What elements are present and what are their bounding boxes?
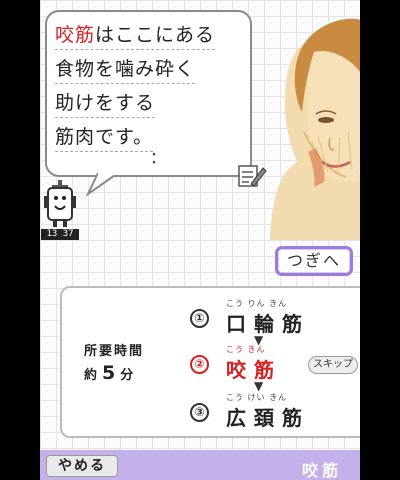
- quit-button[interactable]: やめる: [46, 455, 118, 477]
- step-muscle-name: 口輪筋: [226, 312, 310, 336]
- down-arrow-icon: ▼: [254, 379, 264, 393]
- bubble-line-3: 助けをする: [55, 88, 156, 118]
- clock-display: 13 37: [41, 229, 79, 240]
- bubble-tail: [85, 172, 120, 196]
- required-time-value: 約5分: [84, 362, 134, 384]
- game-screen: 咬筋はここにある 食物を噛み砕く 助けをする 筋肉です。 ： 13 37 つぎへ…: [40, 0, 360, 480]
- required-time-label: 所要時間: [84, 344, 145, 359]
- speech-bubble: 咬筋はここにある 食物を噛み砕く 助けをする 筋肉です。 ：: [45, 10, 252, 177]
- highlight-muscle: 咬筋: [55, 24, 96, 46]
- step-1[interactable]: ① こう りん きん 口輪筋: [190, 298, 350, 338]
- bubble-line-1: 咬筋はここにある: [55, 20, 216, 50]
- continue-dots: ：: [150, 148, 167, 167]
- bubble-line-2: 食物を噛み砕く: [55, 54, 196, 84]
- memo-pencil-icon[interactable]: [237, 162, 267, 190]
- skip-button[interactable]: スキップ: [308, 356, 358, 374]
- robot-mascot-icon: [44, 180, 76, 227]
- step-muscle-name: 広頚筋: [226, 406, 310, 430]
- step-number: ①: [190, 309, 209, 328]
- time-minutes: 5: [102, 362, 116, 384]
- bubble-line-4: 筋肉です。: [55, 122, 154, 152]
- step-number: ③: [190, 403, 209, 422]
- face-illustration: [270, 18, 360, 240]
- step-3[interactable]: ③ こう けい きん 広頚筋: [190, 392, 350, 432]
- step-number: ②: [190, 355, 209, 374]
- top-screen: 咬筋はここにある 食物を噛み砕く 助けをする 筋肉です。 ： 13 37: [40, 0, 360, 240]
- current-muscle-title: 咬筋: [302, 461, 343, 480]
- next-button[interactable]: つぎへ: [275, 246, 353, 276]
